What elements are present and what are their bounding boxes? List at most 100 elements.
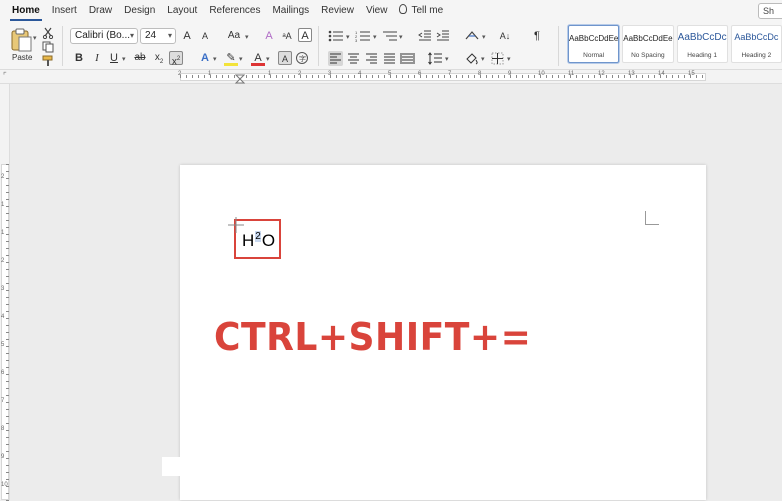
ruler-tick bbox=[6, 220, 9, 221]
ruler-tick bbox=[6, 423, 9, 424]
borders-icon[interactable] bbox=[490, 51, 505, 66]
align-left-button[interactable] bbox=[328, 51, 343, 66]
font-size-value: 24 bbox=[145, 30, 157, 41]
ruler-tick bbox=[6, 262, 9, 263]
chevron-down-icon[interactable]: ▾ bbox=[239, 55, 243, 63]
share-button[interactable]: Sh bbox=[758, 3, 782, 19]
cut-icon[interactable] bbox=[42, 27, 54, 39]
paste-options-chevron-icon[interactable]: ▾ bbox=[33, 34, 37, 42]
h2o-tail: O bbox=[261, 231, 276, 250]
character-border-icon[interactable]: A bbox=[298, 28, 312, 42]
ruler-tick bbox=[6, 227, 9, 228]
superscript-button[interactable]: x2 bbox=[169, 51, 183, 67]
clear-formatting-icon[interactable]: A bbox=[262, 29, 276, 43]
ruler-tick bbox=[276, 75, 277, 78]
ruler-tick bbox=[6, 178, 9, 179]
show-formatting-marks-icon[interactable]: ¶ bbox=[530, 29, 544, 43]
ruler-tick bbox=[582, 75, 583, 78]
strikethrough-button[interactable]: ab bbox=[133, 51, 147, 65]
font-color-icon[interactable]: A bbox=[251, 51, 265, 66]
align-right-icon[interactable] bbox=[364, 51, 379, 66]
indent-marker-icon[interactable] bbox=[235, 74, 245, 84]
format-painter-icon[interactable] bbox=[42, 55, 54, 67]
change-case-icon[interactable]: Aa bbox=[224, 29, 244, 43]
bullets-icon[interactable] bbox=[328, 29, 344, 43]
tab-view[interactable]: View bbox=[360, 0, 394, 22]
line-spacing-icon[interactable] bbox=[428, 51, 443, 66]
paste-label: Paste bbox=[12, 53, 33, 62]
ribbon-tabs: Home Insert Draw Design Layout Reference… bbox=[0, 0, 782, 22]
phonetic-guide-icon[interactable]: ᵃA bbox=[280, 29, 294, 43]
ruler-number: 15 bbox=[688, 71, 695, 77]
style-normal[interactable]: AaBbCcDdEe Normal bbox=[568, 25, 620, 63]
ruler-tick bbox=[354, 75, 355, 78]
font-size-select[interactable]: 24 ▾ bbox=[140, 28, 176, 44]
h2o-text[interactable]: H2O bbox=[242, 231, 275, 251]
tab-selector-icon[interactable]: ⌜ bbox=[3, 71, 7, 80]
chevron-down-icon[interactable]: ▾ bbox=[122, 55, 126, 63]
ruler-tick bbox=[6, 213, 9, 214]
tab-design[interactable]: Design bbox=[118, 0, 161, 22]
asian-layout-icon[interactable] bbox=[464, 29, 480, 43]
multilevel-list-icon[interactable] bbox=[382, 29, 398, 43]
ruler-tick bbox=[6, 472, 9, 473]
chevron-down-icon[interactable]: ▾ bbox=[399, 33, 403, 41]
chevron-down-icon[interactable]: ▾ bbox=[245, 33, 249, 41]
ruler-number: 4 bbox=[358, 71, 362, 77]
chevron-down-icon[interactable]: ▾ bbox=[445, 55, 449, 63]
character-shading-icon[interactable]: A bbox=[278, 51, 292, 65]
style-heading-1[interactable]: AaBbCcDc Heading 1 bbox=[676, 25, 728, 63]
ruler-tick bbox=[324, 75, 325, 78]
shrink-font-icon[interactable]: A bbox=[198, 29, 212, 43]
ruler-tick bbox=[6, 430, 9, 431]
enclose-characters-icon[interactable]: 字 bbox=[295, 51, 309, 65]
document-page[interactable]: H2O CTRL+SHIFT+= bbox=[180, 165, 706, 500]
chevron-down-icon[interactable]: ▾ bbox=[213, 55, 217, 63]
paste-icon[interactable] bbox=[10, 28, 32, 52]
ruler-tick bbox=[444, 75, 445, 78]
tab-mailings[interactable]: Mailings bbox=[266, 0, 315, 22]
decrease-indent-icon[interactable] bbox=[418, 29, 432, 43]
text-effects-icon[interactable]: A bbox=[198, 51, 212, 65]
vertical-ruler[interactable]: 2 1 1 2 3 4 5 6 7 8 9 10 bbox=[0, 84, 10, 501]
increase-indent-icon[interactable] bbox=[436, 29, 450, 43]
distributed-icon[interactable] bbox=[400, 51, 415, 66]
chevron-down-icon[interactable]: ▾ bbox=[373, 33, 377, 41]
numbering-icon[interactable]: 123 bbox=[355, 29, 371, 43]
ruler-tick bbox=[6, 234, 9, 235]
italic-button[interactable]: I bbox=[90, 51, 104, 65]
copy-icon[interactable] bbox=[42, 41, 54, 53]
tab-references[interactable]: References bbox=[203, 0, 266, 22]
align-center-icon[interactable] bbox=[346, 51, 361, 66]
tab-insert[interactable]: Insert bbox=[46, 0, 83, 22]
tab-home[interactable]: Home bbox=[6, 0, 46, 22]
ruler-number: 7 bbox=[1, 398, 5, 404]
style-heading-2[interactable]: AaBbCcDc Heading 2 bbox=[730, 25, 782, 63]
chevron-down-icon[interactable]: ▾ bbox=[482, 33, 486, 41]
chevron-down-icon[interactable]: ▾ bbox=[481, 55, 485, 63]
horizontal-ruler[interactable]: ⌜ 2 1 1 2 3 4 5 6 7 8 9 10 11 12 13 14 15 bbox=[0, 70, 782, 84]
tell-me-label: Tell me bbox=[411, 5, 444, 16]
style-no-spacing[interactable]: AaBbCcDdEe No Spacing bbox=[622, 25, 674, 63]
font-family-select[interactable]: Calibri (Bo... ▾ bbox=[70, 28, 138, 44]
ruler-tick bbox=[366, 75, 367, 78]
underline-button[interactable]: U bbox=[107, 51, 121, 65]
chevron-down-icon[interactable]: ▾ bbox=[266, 55, 270, 63]
tab-draw[interactable]: Draw bbox=[83, 0, 118, 22]
ruler-tick bbox=[516, 75, 517, 78]
ruler-tick bbox=[6, 465, 9, 466]
tell-me-search[interactable]: Tell me bbox=[393, 0, 449, 22]
ruler-tick bbox=[6, 339, 9, 340]
ruler-tick bbox=[222, 75, 223, 78]
subscript-button[interactable]: x2 bbox=[152, 51, 166, 65]
grow-font-icon[interactable]: A bbox=[180, 29, 194, 43]
tab-review[interactable]: Review bbox=[315, 0, 360, 22]
highlight-color-icon[interactable]: ✎ bbox=[224, 51, 238, 66]
tab-layout[interactable]: Layout bbox=[161, 0, 203, 22]
justify-icon[interactable] bbox=[382, 51, 397, 66]
bold-button[interactable]: B bbox=[72, 51, 86, 65]
chevron-down-icon[interactable]: ▾ bbox=[507, 55, 511, 63]
chevron-down-icon[interactable]: ▾ bbox=[346, 33, 350, 41]
sort-icon[interactable]: A↓ bbox=[498, 29, 512, 43]
shading-icon[interactable] bbox=[464, 51, 479, 66]
